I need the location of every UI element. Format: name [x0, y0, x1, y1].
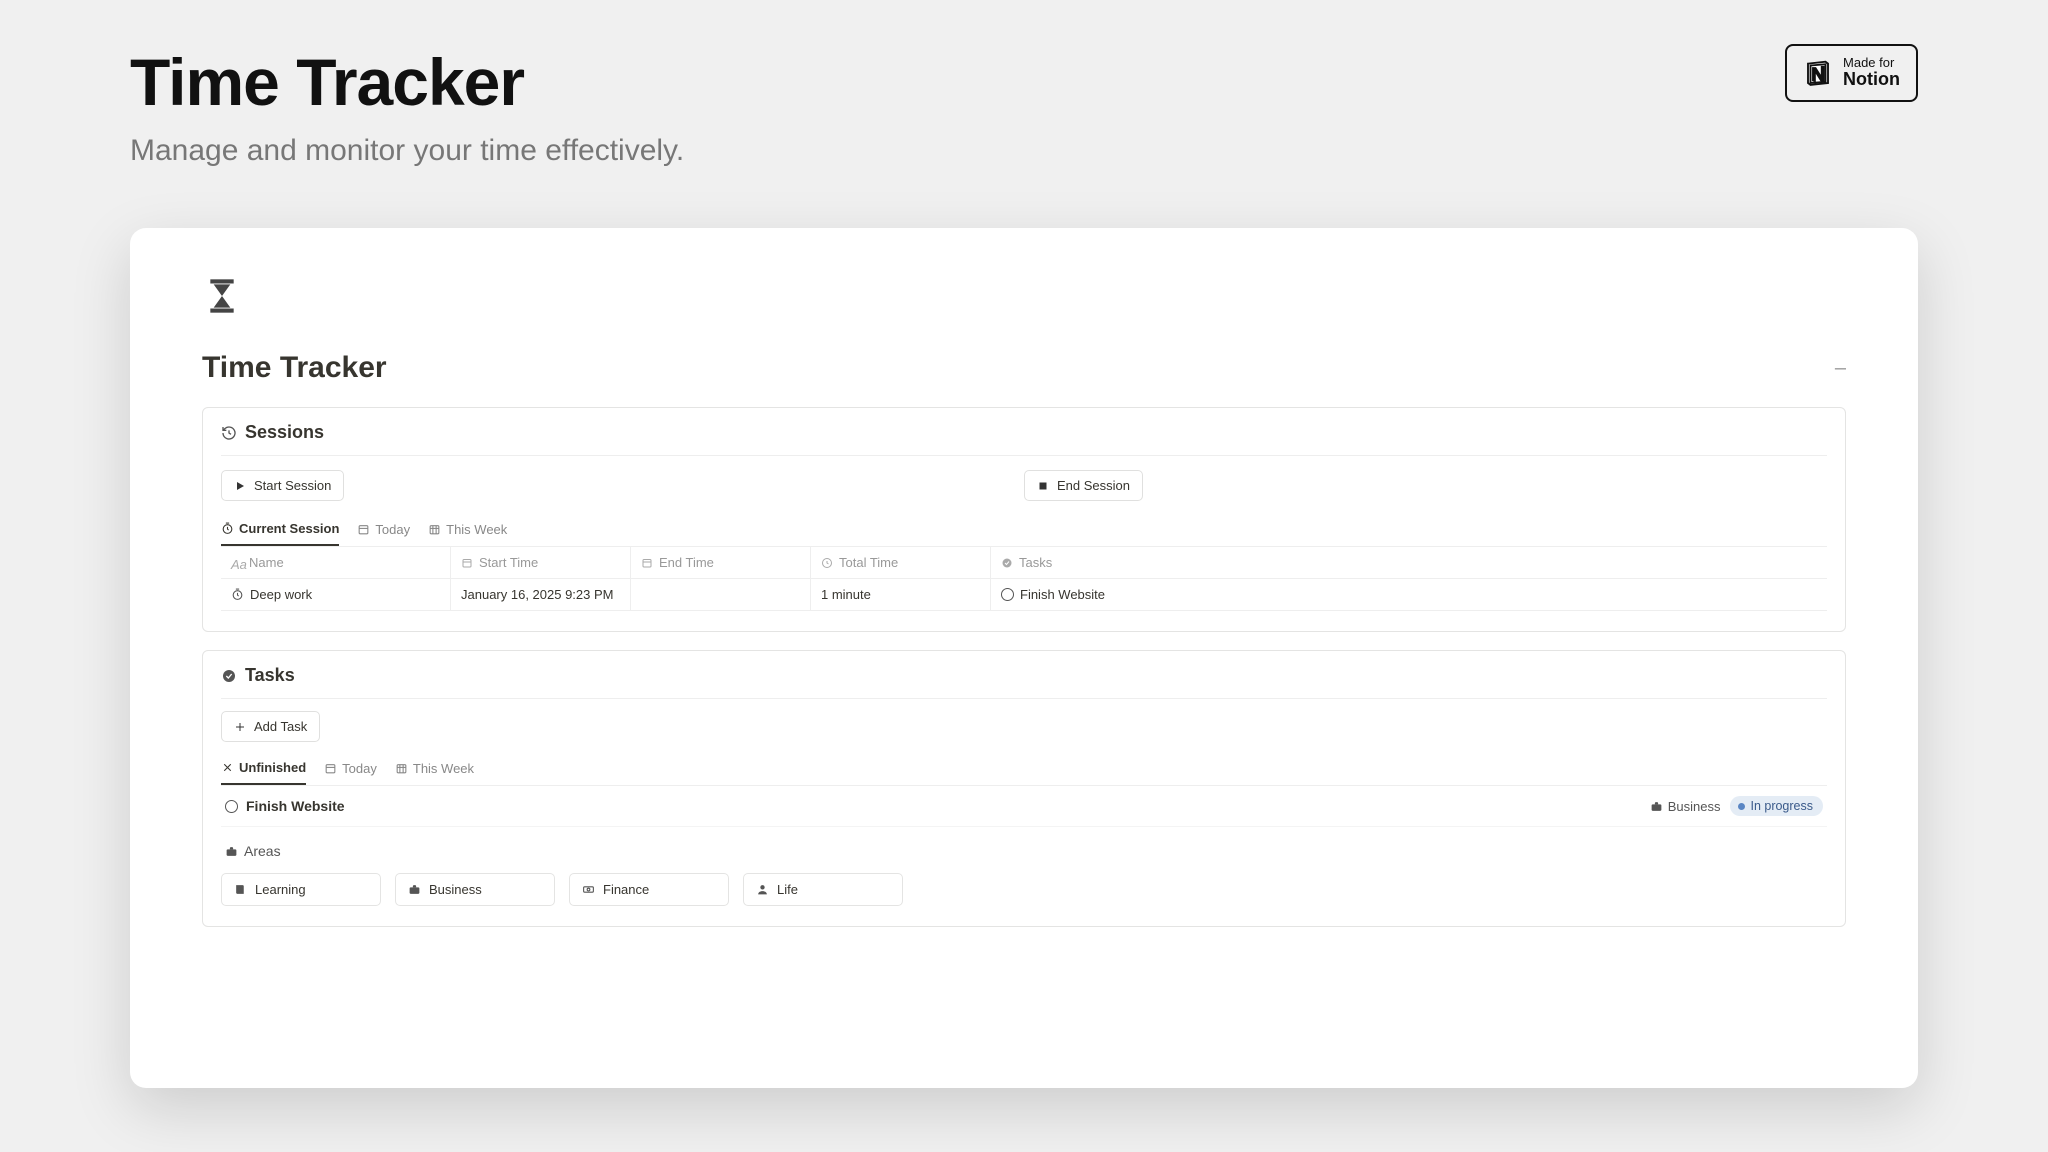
- area-chip-finance[interactable]: Finance: [569, 873, 729, 906]
- col-total: Total Time: [839, 555, 898, 570]
- col-end: End Time: [659, 555, 714, 570]
- tab-label: Today: [342, 761, 377, 776]
- add-task-button[interactable]: Add Task: [221, 711, 320, 742]
- end-session-button[interactable]: End Session: [1024, 470, 1143, 501]
- session-total: 1 minute: [821, 587, 871, 602]
- sessions-heading: Sessions: [245, 422, 324, 443]
- tab-label: This Week: [413, 761, 474, 776]
- tasks-section: Tasks Add Task Unfinished Today This Wee…: [202, 650, 1846, 927]
- collapse-toggle[interactable]: –: [1835, 357, 1846, 380]
- tasks-heading: Tasks: [245, 665, 295, 686]
- calendar-icon: [641, 557, 653, 569]
- tab-current-session[interactable]: Current Session: [221, 521, 339, 546]
- tab-label: Current Session: [239, 521, 339, 536]
- session-task: Finish Website: [1020, 587, 1105, 602]
- start-session-label: Start Session: [254, 478, 331, 493]
- session-name: Deep work: [250, 587, 312, 602]
- task-name: Finish Website: [246, 798, 345, 814]
- tab-today-tasks[interactable]: Today: [324, 760, 377, 785]
- timer-icon: [231, 588, 244, 601]
- calendar-week-icon: [395, 762, 408, 775]
- col-tasks: Tasks: [1019, 555, 1052, 570]
- text-icon: Aa: [231, 557, 243, 569]
- session-row[interactable]: Deep work January 16, 2025 9:23 PM 1 min…: [221, 579, 1827, 611]
- person-icon: [756, 883, 769, 896]
- notion-logo-icon: [1803, 58, 1833, 88]
- notion-page-card: Time Tracker – Sessions Start Session En…: [130, 228, 1918, 1088]
- area-label: Learning: [255, 882, 306, 897]
- calendar-icon: [461, 557, 473, 569]
- x-icon: [221, 761, 234, 774]
- timer-icon: [221, 522, 234, 535]
- area-chip-learning[interactable]: Learning: [221, 873, 381, 906]
- status-circle-icon: [1001, 588, 1014, 601]
- briefcase-icon: [408, 883, 421, 896]
- clock-icon: [821, 557, 833, 569]
- task-row[interactable]: Finish Website Business In progress: [221, 785, 1827, 827]
- stop-icon: [1037, 480, 1049, 492]
- page-subtitle: Manage and monitor your time effectively…: [130, 134, 684, 168]
- calendar-day-icon: [324, 762, 337, 775]
- made-for-notion-badge[interactable]: Made for Notion: [1785, 44, 1918, 102]
- page-title: Time Tracker: [130, 44, 684, 120]
- col-name: Name: [249, 555, 284, 570]
- badge-line1: Made for: [1843, 56, 1900, 70]
- task-area-tag: Business: [1650, 799, 1721, 814]
- calendar-day-icon: [357, 523, 370, 536]
- area-label: Life: [777, 882, 798, 897]
- badge-line2: Notion: [1843, 70, 1900, 90]
- check-circle-icon: [221, 668, 237, 684]
- tab-this-week-tasks[interactable]: This Week: [395, 760, 474, 785]
- areas-heading: Areas: [244, 843, 281, 859]
- add-task-label: Add Task: [254, 719, 307, 734]
- money-icon: [582, 883, 595, 896]
- start-session-button[interactable]: Start Session: [221, 470, 344, 501]
- briefcase-icon: [1650, 800, 1663, 813]
- history-icon: [221, 425, 237, 441]
- end-session-label: End Session: [1057, 478, 1130, 493]
- status-circle-icon: [225, 800, 238, 813]
- status-dot-icon: [1738, 803, 1745, 810]
- tab-today[interactable]: Today: [357, 521, 410, 546]
- area-chip-life[interactable]: Life: [743, 873, 903, 906]
- tab-label: This Week: [446, 522, 507, 537]
- tab-label: Today: [375, 522, 410, 537]
- play-icon: [234, 480, 246, 492]
- check-circle-icon: [1001, 557, 1013, 569]
- briefcase-icon: [225, 845, 238, 858]
- tab-label: Unfinished: [239, 760, 306, 775]
- hourglass-icon: [202, 276, 242, 316]
- inner-page-title: Time Tracker: [202, 351, 387, 385]
- status-badge: In progress: [1730, 796, 1823, 816]
- area-label: Finance: [603, 882, 649, 897]
- area-chip-business[interactable]: Business: [395, 873, 555, 906]
- calendar-week-icon: [428, 523, 441, 536]
- tab-unfinished[interactable]: Unfinished: [221, 760, 306, 785]
- session-start: January 16, 2025 9:23 PM: [461, 587, 614, 602]
- sessions-section: Sessions Start Session End Session Curre…: [202, 407, 1846, 632]
- col-start: Start Time: [479, 555, 538, 570]
- tab-this-week[interactable]: This Week: [428, 521, 507, 546]
- area-label: Business: [429, 882, 482, 897]
- book-icon: [234, 883, 247, 896]
- plus-icon: [234, 721, 246, 733]
